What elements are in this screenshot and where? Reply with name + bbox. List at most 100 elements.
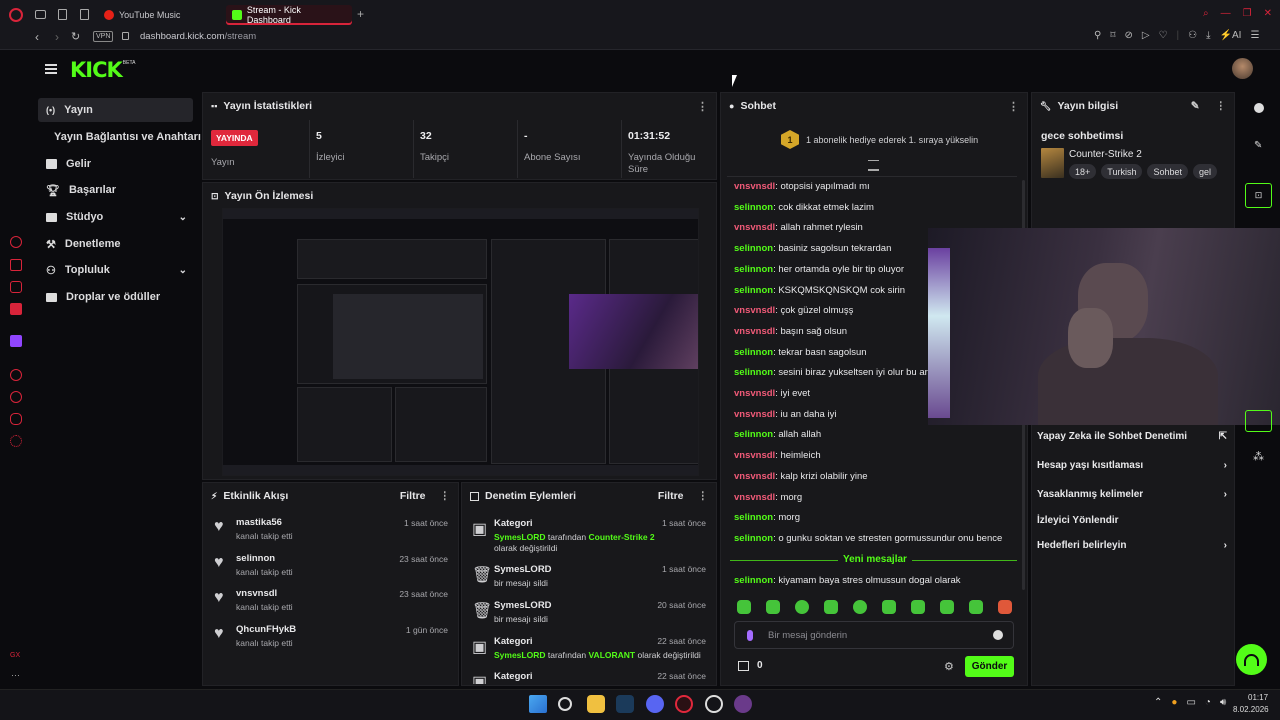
stream-preview-video[interactable] [222, 208, 699, 476]
opera-sidebar-icon-4[interactable] [10, 303, 22, 315]
microphone-icon[interactable] [747, 630, 753, 641]
activity-user[interactable]: QhcunFHykB [236, 624, 296, 635]
chat-username[interactable]: vnsvnsdl [734, 222, 775, 233]
mic-tray-icon[interactable]: ● [1171, 697, 1177, 708]
chat-username[interactable]: vnsvnsdl [734, 409, 775, 420]
close-icon[interactable]: ✕ [1264, 8, 1272, 19]
play-icon[interactable]: ▷ [1142, 30, 1150, 41]
avatar[interactable] [1232, 58, 1253, 79]
emote-3-icon[interactable] [795, 600, 809, 614]
send-button[interactable]: Gönder [965, 656, 1014, 677]
more-options-icon[interactable]: ⋮ [1008, 100, 1019, 113]
hamburger-icon[interactable] [45, 64, 57, 74]
pin-icon[interactable]: ⚲ [1094, 30, 1101, 41]
activity-user[interactable]: vnsvnsdl [236, 588, 277, 599]
sidebar-item-topluluk[interactable]: ⚇ Topluluk ⌄ [38, 258, 193, 282]
volume-icon[interactable]: 🔊︎ [1220, 697, 1226, 708]
wifi-icon[interactable]: ◔ [1205, 697, 1211, 708]
more-icon[interactable]: ··· [11, 670, 20, 680]
emote-9-icon[interactable] [969, 600, 983, 614]
chat-input[interactable]: Bir mesaj gönderin [734, 621, 1014, 649]
chat-username[interactable]: selinnon [734, 347, 773, 358]
opera-sidebar-icon-6[interactable] [10, 369, 22, 381]
chat-username[interactable]: vnsvnsdl [734, 492, 775, 503]
raid-viewers-item[interactable]: İzleyici Yönlendir [1037, 510, 1227, 530]
search-taskbar-icon[interactable] [558, 697, 572, 711]
heart-icon[interactable]: ♡ [1159, 30, 1168, 41]
more-options-icon[interactable]: ⋮ [698, 490, 709, 502]
emoji-icon[interactable] [993, 630, 1003, 640]
emote-7-icon[interactable] [911, 600, 925, 614]
more-options-icon[interactable]: ⋮ [1216, 100, 1227, 112]
tag-pill[interactable]: 18+ [1069, 164, 1097, 179]
tab-youtube-music[interactable]: YouTube Music [98, 5, 220, 25]
chat-username[interactable]: vnsvnsdl [734, 326, 775, 337]
gift-leaderboard-text[interactable]: 1 abonelik hediye ederek 1. sıraya yükse… [806, 135, 978, 145]
emote-8-icon[interactable] [940, 600, 954, 614]
menu-icon[interactable]: ☰ [1250, 30, 1259, 41]
opera-sidebar-icon-1[interactable] [10, 236, 22, 248]
back-icon[interactable]: ‹ [35, 30, 39, 44]
sidebar-item-basarilar[interactable]: 🏆︎ Başarılar [38, 178, 193, 202]
notes-icon[interactable] [58, 9, 67, 20]
chat-username[interactable]: selinnon [734, 367, 773, 378]
maximize-icon[interactable]: ❐ [1243, 8, 1252, 19]
emote-1-icon[interactable] [737, 600, 751, 614]
bookmark-icon[interactable]: ⌑ [1110, 30, 1115, 41]
adblock-icon[interactable]: ⊘ [1124, 30, 1132, 41]
vpn-badge[interactable]: VPN [93, 31, 114, 42]
tab-kick-dashboard[interactable]: Stream - Kick Dashboard [226, 5, 352, 25]
stream-category[interactable]: Counter-Strike 2 [1069, 149, 1142, 160]
display-icon[interactable]: ▭ [1186, 697, 1195, 708]
opera-sidebar-icon-2[interactable] [10, 259, 22, 271]
emote-4-icon[interactable] [824, 600, 838, 614]
chat-username[interactable]: selinnon [734, 264, 773, 275]
activity-user[interactable]: selinnon [236, 553, 275, 564]
ai-chat-moderation-item[interactable]: Yapay Zeka ile Sohbet Denetimi ⇱ [1037, 426, 1227, 446]
banned-words-item[interactable]: Yasaklanmış kelimeler › [1037, 484, 1227, 504]
chat-username[interactable]: selinnon [734, 533, 773, 544]
search-icon[interactable]: ⌕ [1203, 8, 1209, 19]
chat-username[interactable]: vnsvnsdl [734, 305, 775, 316]
ai-button[interactable]: ⚡AI [1220, 30, 1242, 41]
address-bar[interactable]: dashboard.kick.com/stream [140, 31, 256, 42]
chat-username[interactable]: selinnon [734, 575, 773, 586]
chat-username[interactable]: selinnon [734, 285, 773, 296]
chat-username[interactable]: selinnon [734, 202, 773, 213]
tab-icon[interactable] [35, 10, 46, 19]
history-icon[interactable] [10, 391, 22, 403]
download-icon[interactable]: ⤓ [1206, 30, 1210, 41]
minimize-icon[interactable]: — [1221, 8, 1231, 19]
more-options-icon[interactable]: ⋮ [440, 490, 451, 502]
pencil-icon[interactable]: ✎ [1254, 140, 1262, 151]
chat-username[interactable]: vnsvnsdl [734, 471, 775, 482]
chat-username[interactable]: selinnon [734, 243, 773, 254]
new-tab-button[interactable]: + [357, 7, 364, 21]
emote-6-icon[interactable] [882, 600, 896, 614]
chat-username[interactable]: selinnon [734, 512, 773, 523]
obs-icon[interactable] [705, 695, 723, 713]
profile-icon[interactable]: ⚇ [1188, 30, 1197, 41]
opera-logo-icon[interactable] [9, 8, 23, 22]
set-goals-item[interactable]: Hedefleri belirleyin › [1037, 535, 1227, 555]
tag-pill[interactable]: Sohbet [1147, 164, 1188, 179]
points-counter[interactable]: 0 [738, 660, 763, 671]
chat-username[interactable]: vnsvnsdl [734, 388, 775, 399]
collapse-chevron-icon[interactable] [868, 160, 879, 171]
chat-username[interactable]: vnsvnsdl [734, 181, 775, 192]
chat-username[interactable]: vnsvnsdl [734, 450, 775, 461]
app-icon[interactable] [734, 695, 752, 713]
nodes-icon[interactable]: ⁂ [1253, 450, 1264, 463]
settings-icon[interactable] [10, 435, 22, 447]
opera-sidebar-icon-8[interactable] [10, 413, 22, 425]
mod-actor[interactable]: SymesLORD [494, 532, 546, 542]
opera-sidebar-icon-3[interactable] [10, 281, 22, 293]
file-explorer-icon[interactable] [587, 695, 605, 713]
emote-10-icon[interactable] [998, 600, 1012, 614]
emote-5-icon[interactable] [853, 600, 867, 614]
mod-actor[interactable]: SymesLORD [494, 650, 546, 660]
windows-start-icon[interactable] [529, 695, 547, 713]
tag-pill[interactable]: Turkish [1101, 164, 1143, 179]
kick-logo[interactable]: KICK BETA [70, 58, 135, 82]
bookmark-page-icon[interactable] [80, 9, 89, 20]
